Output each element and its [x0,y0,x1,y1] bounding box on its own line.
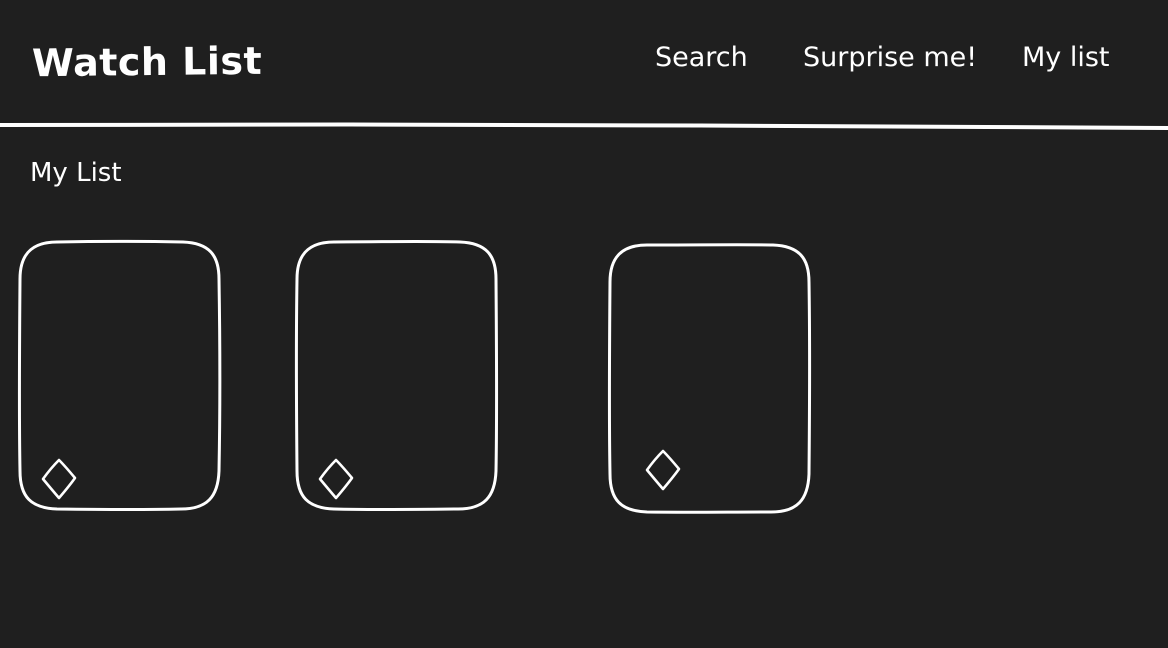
watch-list-card[interactable] [17,239,223,513]
app-title: Watch List [31,38,263,86]
diamond-icon[interactable] [39,457,79,501]
diamond-icon[interactable] [643,448,683,492]
nav-search-link[interactable]: Search [655,42,748,73]
section-title: My List [30,158,122,188]
nav-surprise-me-link[interactable]: Surprise me! [803,42,977,73]
nav-my-list-link[interactable]: My list [1022,42,1110,73]
watch-list-card[interactable] [294,239,500,513]
watch-list-card[interactable] [607,242,813,516]
app-header: Watch List Search Surprise me! My list [0,0,1168,128]
diamond-icon[interactable] [316,457,356,501]
header-divider [0,117,1168,133]
